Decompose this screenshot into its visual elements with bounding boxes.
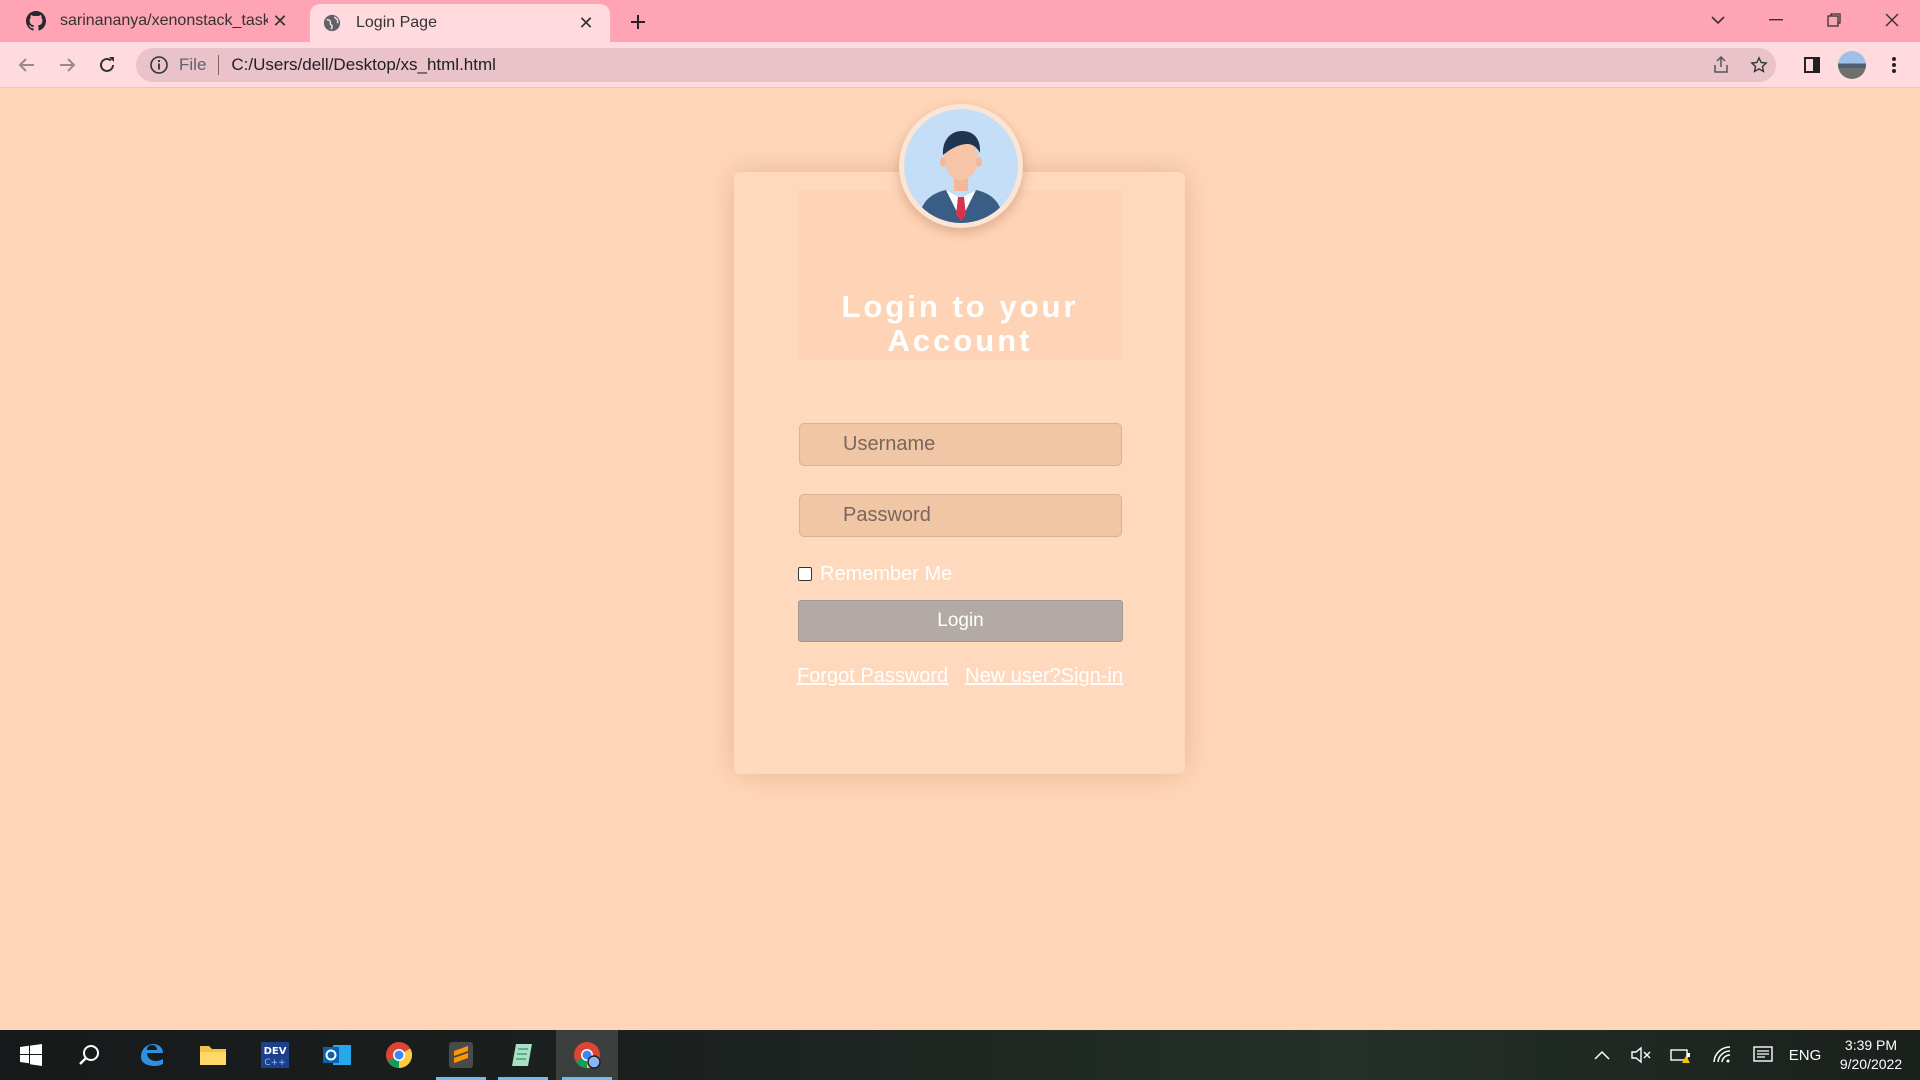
remember-me-checkbox[interactable]: [798, 566, 812, 581]
password-input[interactable]: [799, 494, 1122, 537]
forgot-password-link[interactable]: Forgot Password: [797, 665, 948, 688]
signup-link[interactable]: New user?Sign-in: [965, 665, 1123, 688]
side-panel-icon[interactable]: [1796, 49, 1828, 81]
sublime-text-icon[interactable]: [430, 1030, 492, 1080]
user-avatar: [899, 104, 1023, 228]
scheme-label: File: [179, 55, 207, 74]
clock-time: 3:39 PM: [1844, 1037, 1898, 1053]
battery-icon[interactable]: [1666, 1030, 1696, 1080]
login-button[interactable]: Login: [798, 600, 1123, 642]
tab-strip: sarinananya/xenonstack_task ✕ Login Page…: [0, 0, 1920, 42]
address-bar[interactable]: File C:/Users/dell/Desktop/xs_html.html: [136, 48, 1776, 82]
wifi-icon[interactable]: [1708, 1030, 1738, 1080]
file-explorer-icon[interactable]: [182, 1030, 244, 1080]
chrome-icon[interactable]: [368, 1030, 430, 1080]
notification-center-icon[interactable]: [1748, 1030, 1778, 1080]
url-text[interactable]: C:/Users/dell/Desktop/xs_html.html: [231, 55, 496, 75]
system-clock[interactable]: 3:39 PM 9/20/2022: [1828, 1036, 1914, 1074]
edge-icon[interactable]: [120, 1030, 182, 1080]
tray-chevron-up-icon[interactable]: [1588, 1030, 1616, 1080]
bookmark-star-icon[interactable]: [1742, 48, 1776, 82]
close-tab-icon[interactable]: ✕: [574, 11, 598, 35]
remember-me-label: Remember Me: [820, 563, 953, 585]
new-tab-button[interactable]: [624, 8, 652, 36]
restore-button[interactable]: [1806, 0, 1862, 40]
globe-icon: [322, 13, 342, 33]
tab-title: Login Page: [356, 14, 437, 31]
tab-search-icon[interactable]: [1690, 0, 1746, 40]
share-icon[interactable]: [1704, 48, 1738, 82]
outlook-icon[interactable]: [306, 1030, 368, 1080]
speaker-muted-icon[interactable]: [1626, 1030, 1656, 1080]
businessman-icon: [904, 109, 1018, 223]
svg-text:C++: C++: [264, 1058, 285, 1068]
menu-kebab-icon[interactable]: [1878, 49, 1910, 81]
language-indicator[interactable]: ENG: [1786, 1030, 1824, 1080]
login-title: Login to your Account: [841, 289, 1079, 358]
windows-start-icon[interactable]: [0, 1030, 62, 1080]
tab-login-page[interactable]: Login Page ✕: [310, 4, 610, 42]
back-button[interactable]: [11, 49, 43, 81]
address-separator: [218, 55, 220, 75]
tab-title: sarinananya/xenonstack_task: [60, 12, 268, 29]
remember-me[interactable]: Remember Me: [798, 563, 952, 586]
info-icon[interactable]: [149, 55, 169, 75]
clock-date: 9/20/2022: [1839, 1056, 1903, 1072]
windows-taskbar: DEV C++ ENG 3:39 PM 9/20/2022: [0, 1030, 1920, 1080]
minimize-button[interactable]: [1748, 0, 1804, 40]
github-icon: [26, 11, 46, 31]
tab-github[interactable]: sarinananya/xenonstack_task ✕: [14, 0, 304, 42]
reload-button[interactable]: [91, 49, 123, 81]
login-links: Forgot Password New user?Sign-in: [797, 665, 1123, 688]
username-input[interactable]: [799, 423, 1122, 466]
chrome-profile-icon[interactable]: [556, 1030, 618, 1080]
svg-text:DEV: DEV: [264, 1046, 287, 1057]
search-icon[interactable]: [58, 1030, 120, 1080]
close-tab-icon[interactable]: ✕: [268, 9, 292, 33]
close-window-button[interactable]: [1864, 0, 1920, 40]
profile-avatar[interactable]: [1838, 51, 1866, 79]
devcpp-icon[interactable]: DEV C++: [244, 1030, 306, 1080]
forward-button[interactable]: [51, 49, 83, 81]
notepad-plus-icon[interactable]: [492, 1030, 554, 1080]
browser-toolbar: File C:/Users/dell/Desktop/xs_html.html: [0, 42, 1920, 88]
